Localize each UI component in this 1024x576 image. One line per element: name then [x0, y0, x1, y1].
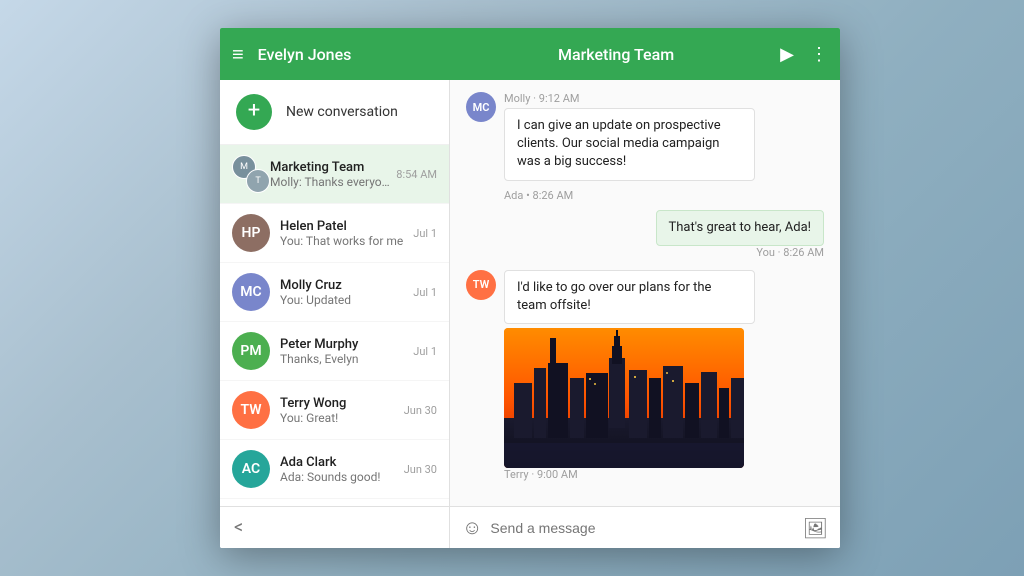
conv-preview: Ada: Sounds good! [280, 470, 400, 484]
conv-preview: You: That works for me [280, 234, 409, 248]
header-user-name: Evelyn Jones [258, 45, 352, 64]
conversation-item-terry-wong[interactable]: TW Terry Wong You: Great! Jun 30 [220, 381, 449, 440]
ada-timestamp-label: Ada • 8:26 AM [466, 189, 824, 202]
header-center: Marketing Team [452, 45, 780, 64]
conv-name: Marketing Team [270, 160, 392, 175]
app-window: ≡ Evelyn Jones Marketing Team ▶ ⋮ + New … [220, 28, 840, 548]
conv-preview: Thanks, Evelyn [280, 352, 409, 366]
conv-time: 8:54 AM [396, 168, 437, 181]
sidebar: + New conversation M T Marketing Team Mo… [220, 80, 450, 548]
more-options-icon[interactable]: ⋮ [810, 44, 828, 65]
message-content-molly: Molly · 9:12 AM I can give an update on … [504, 92, 755, 181]
conv-preview: Molly: Thanks everyone! [270, 175, 392, 189]
conversation-item-molly-cruz[interactable]: MC Molly Cruz You: Updated Jul 1 [220, 263, 449, 322]
message-image [504, 328, 744, 468]
avatar-terry-wong: TW [232, 391, 270, 429]
conv-preview: You: Updated [280, 293, 409, 307]
sidebar-footer: < [220, 506, 449, 548]
header-chat-title: Marketing Team [558, 45, 674, 64]
conversation-item-gary-anderson[interactable]: GA Gary Anderson You: Great! Jun 30 [220, 499, 449, 506]
hamburger-icon[interactable]: ≡ [232, 42, 244, 67]
video-call-icon[interactable]: ▶ [780, 44, 794, 65]
conv-name: Helen Patel [280, 219, 409, 234]
conv-info: Peter Murphy Thanks, Evelyn [280, 337, 409, 366]
message-bubble-terry: I'd like to go over our plans for the te… [504, 270, 755, 324]
new-conv-circle: + [236, 94, 272, 130]
message-content-outgoing: That's great to hear, Ada! You · 8:26 AM [656, 210, 825, 262]
avatar-molly-cruz: MC [232, 273, 270, 311]
conversation-item-helen-patel[interactable]: HP Helen Patel You: That works for me Ju… [220, 204, 449, 263]
conv-preview: You: Great! [280, 411, 400, 425]
messages-container: MC Molly · 9:12 AM I can give an update … [450, 80, 840, 506]
conv-time: Jul 1 [413, 227, 437, 240]
plus-icon: + [248, 100, 260, 122]
conversation-list: M T Marketing Team Molly: Thanks everyon… [220, 145, 449, 506]
header: ≡ Evelyn Jones Marketing Team ▶ ⋮ [220, 28, 840, 80]
avatar-ada-clark: AC [232, 450, 270, 488]
avatar-helen-patel: HP [232, 214, 270, 252]
conv-info: Molly Cruz You: Updated [280, 278, 409, 307]
message-sender-time-terry: Terry · 9:00 AM [504, 468, 755, 481]
new-conversation-button[interactable]: + New conversation [220, 80, 449, 145]
message-avatar-terry: TW [466, 270, 496, 300]
attach-image-button[interactable]: 🖼 [803, 516, 828, 540]
conv-time: Jul 1 [413, 345, 437, 358]
conv-name: Molly Cruz [280, 278, 409, 293]
message-sender-time-outgoing: You · 8:26 AM [656, 246, 825, 259]
city-image [504, 328, 744, 468]
back-icon[interactable]: < [234, 517, 243, 538]
conv-time: Jun 30 [404, 463, 437, 476]
conv-name: Ada Clark [280, 455, 400, 470]
message-bubble-outgoing: That's great to hear, Ada! [656, 210, 825, 246]
message-input[interactable] [490, 520, 794, 536]
conv-name: Peter Murphy [280, 337, 409, 352]
emoji-button[interactable]: ☺ [462, 515, 482, 540]
new-conversation-label: New conversation [286, 104, 398, 120]
input-bar: ☺ 🖼 [450, 506, 840, 548]
conv-time: Jul 1 [413, 286, 437, 299]
conv-info: Helen Patel You: That works for me [280, 219, 409, 248]
avatar-marketing-team: M T [232, 155, 270, 193]
message-content-terry: I'd like to go over our plans for the te… [504, 270, 755, 484]
message-bubble: I can give an update on prospective clie… [504, 108, 755, 181]
header-actions: ▶ ⋮ [780, 44, 828, 65]
conv-time: Jun 30 [404, 404, 437, 417]
conv-info: Ada Clark Ada: Sounds good! [280, 455, 400, 484]
conv-info: Terry Wong You: Great! [280, 396, 400, 425]
avatar-peter-murphy: PM [232, 332, 270, 370]
conv-info: Marketing Team Molly: Thanks everyone! [270, 160, 392, 189]
header-left: ≡ Evelyn Jones [232, 42, 452, 67]
chat-area: MC Molly · 9:12 AM I can give an update … [450, 80, 840, 548]
conversation-item-marketing-team[interactable]: M T Marketing Team Molly: Thanks everyon… [220, 145, 449, 204]
message-sender-time: Molly · 9:12 AM [504, 92, 755, 105]
message-avatar-molly: MC [466, 92, 496, 122]
message-row-outgoing: That's great to hear, Ada! You · 8:26 AM [466, 210, 824, 262]
message-row-molly: MC Molly · 9:12 AM I can give an update … [466, 92, 824, 181]
conversation-item-peter-murphy[interactable]: PM Peter Murphy Thanks, Evelyn Jul 1 [220, 322, 449, 381]
message-row-terry: TW I'd like to go over our plans for the… [466, 270, 824, 484]
main-content: + New conversation M T Marketing Team Mo… [220, 80, 840, 548]
conv-name: Terry Wong [280, 396, 400, 411]
conversation-item-ada-clark[interactable]: AC Ada Clark Ada: Sounds good! Jun 30 [220, 440, 449, 499]
